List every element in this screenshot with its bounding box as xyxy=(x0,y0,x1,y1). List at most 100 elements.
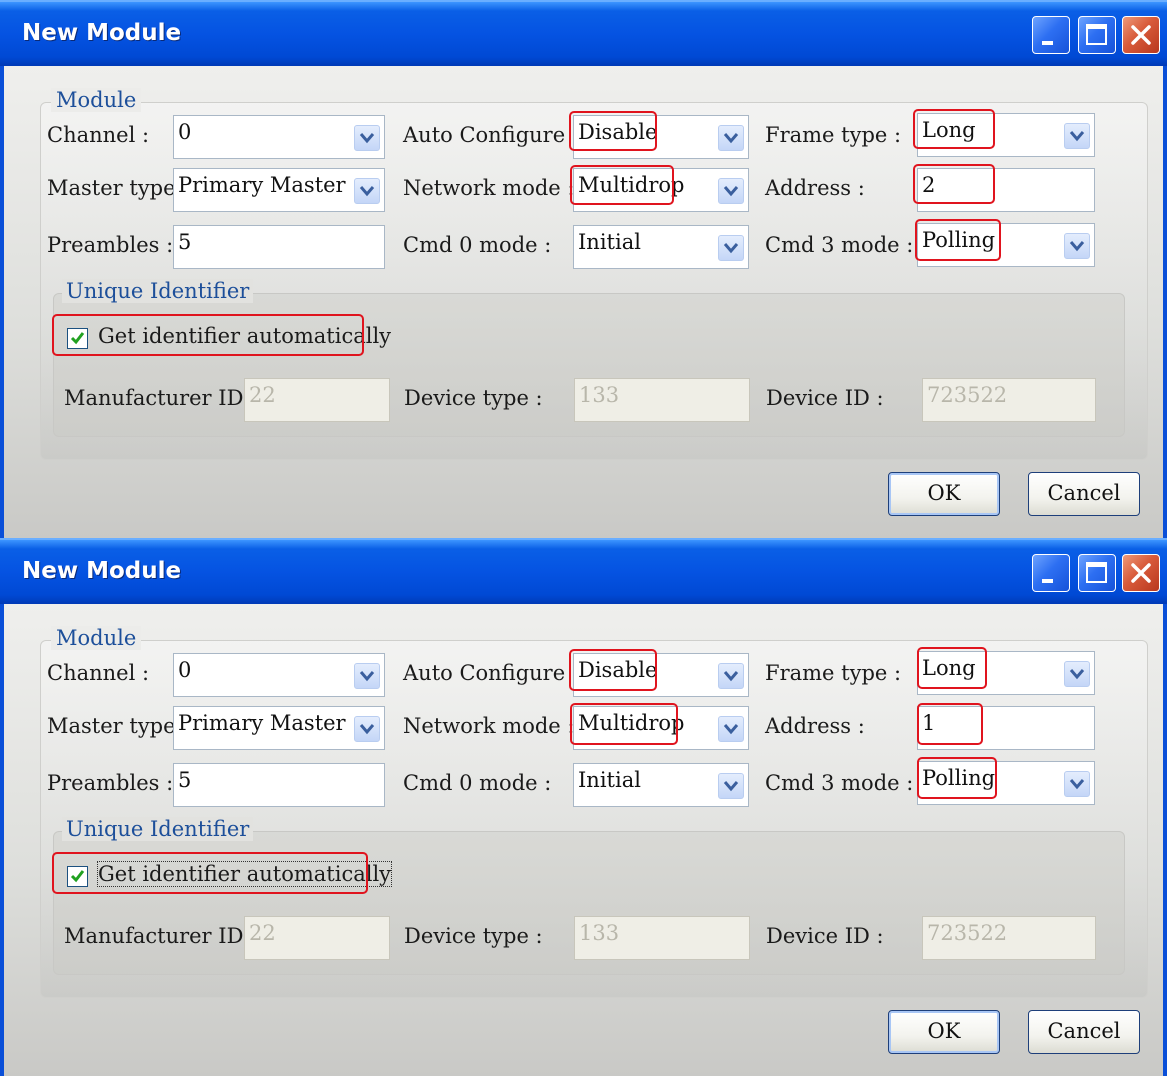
network-mode-dropdown-button[interactable] xyxy=(718,178,744,204)
address-input[interactable]: 2 xyxy=(917,168,1095,212)
get-identifier-checkbox[interactable] xyxy=(67,328,88,349)
frame-type-select[interactable]: Long xyxy=(917,113,1095,157)
cmd3-mode-select[interactable]: Polling xyxy=(917,223,1095,267)
cmd0-mode-label: Cmd 0 mode : xyxy=(403,233,552,257)
minimize-button[interactable] xyxy=(1032,16,1070,54)
address-value: 2 xyxy=(922,173,936,197)
frame-type-select[interactable]: Long xyxy=(917,651,1095,695)
dialog-body: Module Channel : 0 Master type : Primary… xyxy=(4,66,1163,538)
preambles-label: Preambles : xyxy=(47,771,174,795)
window-title: New Module xyxy=(22,20,182,46)
cmd3-mode-dropdown-button[interactable] xyxy=(1064,233,1090,259)
window-border xyxy=(1163,604,1167,1076)
preambles-input[interactable]: 5 xyxy=(173,225,385,269)
manufacturer-id-label: Manufacturer ID : xyxy=(64,386,258,410)
master-type-select[interactable]: Primary Master xyxy=(173,168,385,212)
get-identifier-checkbox[interactable] xyxy=(67,866,88,887)
cancel-button[interactable]: Cancel xyxy=(1028,472,1140,516)
chevron-down-icon xyxy=(1069,241,1085,252)
window-title: New Module xyxy=(22,558,182,584)
checkmark-icon xyxy=(70,870,85,883)
frame-type-dropdown-button[interactable] xyxy=(1064,123,1090,149)
title-bar[interactable]: New Module xyxy=(0,0,1167,66)
cmd3-mode-label: Cmd 3 mode : xyxy=(765,771,914,795)
preambles-label: Preambles : xyxy=(47,233,174,257)
cmd0-mode-dropdown-button[interactable] xyxy=(718,773,744,799)
frame-type-dropdown-button[interactable] xyxy=(1064,661,1090,687)
cancel-button[interactable]: Cancel xyxy=(1028,1010,1140,1054)
manufacturer-id-label: Manufacturer ID : xyxy=(64,924,258,948)
preambles-input[interactable]: 5 xyxy=(173,763,385,807)
chevron-down-icon xyxy=(359,671,375,682)
ok-button[interactable]: OK xyxy=(888,472,1000,516)
get-identifier-label[interactable]: Get identifier automatically xyxy=(96,861,393,887)
manufacturer-id-field: 22 xyxy=(244,916,390,960)
device-id-label: Device ID : xyxy=(766,924,884,948)
cmd3-mode-dropdown-button[interactable] xyxy=(1064,771,1090,797)
checkmark-icon xyxy=(70,332,85,345)
device-id-label: Device ID : xyxy=(766,386,884,410)
device-type-label: Device type : xyxy=(404,924,543,948)
chevron-down-icon xyxy=(359,133,375,144)
channel-label: Channel : xyxy=(47,123,150,147)
title-bar[interactable]: New Module xyxy=(0,538,1167,604)
cmd3-mode-label: Cmd 3 mode : xyxy=(765,233,914,257)
chevron-down-icon xyxy=(723,243,739,254)
preambles-value: 5 xyxy=(178,768,192,792)
window-border xyxy=(1163,66,1167,538)
ok-button[interactable]: OK xyxy=(888,1010,1000,1054)
cmd0-mode-select[interactable]: Initial xyxy=(573,225,749,269)
unique-identifier-legend: Unique Identifier xyxy=(62,817,254,841)
close-button[interactable] xyxy=(1122,16,1160,54)
cmd0-mode-value: Initial xyxy=(578,230,641,254)
address-label: Address : xyxy=(765,176,865,200)
manufacturer-id-value: 22 xyxy=(249,383,276,407)
maximize-button[interactable] xyxy=(1078,16,1116,54)
get-identifier-label[interactable]: Get identifier automatically xyxy=(98,324,391,348)
close-button[interactable] xyxy=(1122,554,1160,592)
channel-select[interactable]: 0 xyxy=(173,653,385,697)
channel-value: 0 xyxy=(178,658,192,682)
network-mode-select[interactable]: Multidrop xyxy=(573,168,749,212)
channel-dropdown-button[interactable] xyxy=(354,663,380,689)
address-input[interactable]: 1 xyxy=(917,706,1095,750)
auto-configure-dropdown-button[interactable] xyxy=(718,125,744,151)
maximize-icon xyxy=(1086,24,1107,45)
master-type-dropdown-button[interactable] xyxy=(354,178,380,204)
auto-configure-dropdown-button[interactable] xyxy=(718,663,744,689)
network-mode-dropdown-button[interactable] xyxy=(718,716,744,742)
chevron-down-icon xyxy=(359,186,375,197)
chevron-down-icon xyxy=(723,781,739,792)
cmd0-mode-select[interactable]: Initial xyxy=(573,763,749,807)
device-type-value: 133 xyxy=(579,921,620,945)
device-type-field: 133 xyxy=(574,378,750,422)
cmd0-mode-dropdown-button[interactable] xyxy=(718,235,744,261)
chevron-down-icon xyxy=(723,724,739,735)
unique-identifier-legend: Unique Identifier xyxy=(62,279,254,303)
cmd3-mode-value: Polling xyxy=(922,228,996,252)
device-id-field: 723522 xyxy=(922,378,1096,422)
minimize-button[interactable] xyxy=(1032,554,1070,592)
maximize-button[interactable] xyxy=(1078,554,1116,592)
master-type-value: Primary Master xyxy=(178,173,346,197)
manufacturer-id-value: 22 xyxy=(249,921,276,945)
network-mode-select[interactable]: Multidrop xyxy=(573,706,749,750)
device-id-value: 723522 xyxy=(927,383,1008,407)
close-icon xyxy=(1131,25,1151,45)
chevron-down-icon xyxy=(1069,669,1085,680)
cmd3-mode-select[interactable]: Polling xyxy=(917,761,1095,805)
channel-select[interactable]: 0 xyxy=(173,115,385,159)
master-type-select[interactable]: Primary Master xyxy=(173,706,385,750)
address-label: Address : xyxy=(765,714,865,738)
network-mode-value: Multidrop xyxy=(578,173,685,197)
chevron-down-icon xyxy=(723,671,739,682)
device-id-value: 723522 xyxy=(927,921,1008,945)
auto-configure-label: Auto Configure : xyxy=(403,661,579,685)
master-type-dropdown-button[interactable] xyxy=(354,716,380,742)
auto-configure-select[interactable]: Disable xyxy=(573,115,749,159)
frame-type-value: Long xyxy=(922,656,976,680)
channel-dropdown-button[interactable] xyxy=(354,125,380,151)
dialog-body: Module Channel : 0 Master type : Primary… xyxy=(4,604,1163,1076)
unique-identifier-group: Unique Identifier Get identifier automat… xyxy=(52,279,1125,437)
auto-configure-select[interactable]: Disable xyxy=(573,653,749,697)
